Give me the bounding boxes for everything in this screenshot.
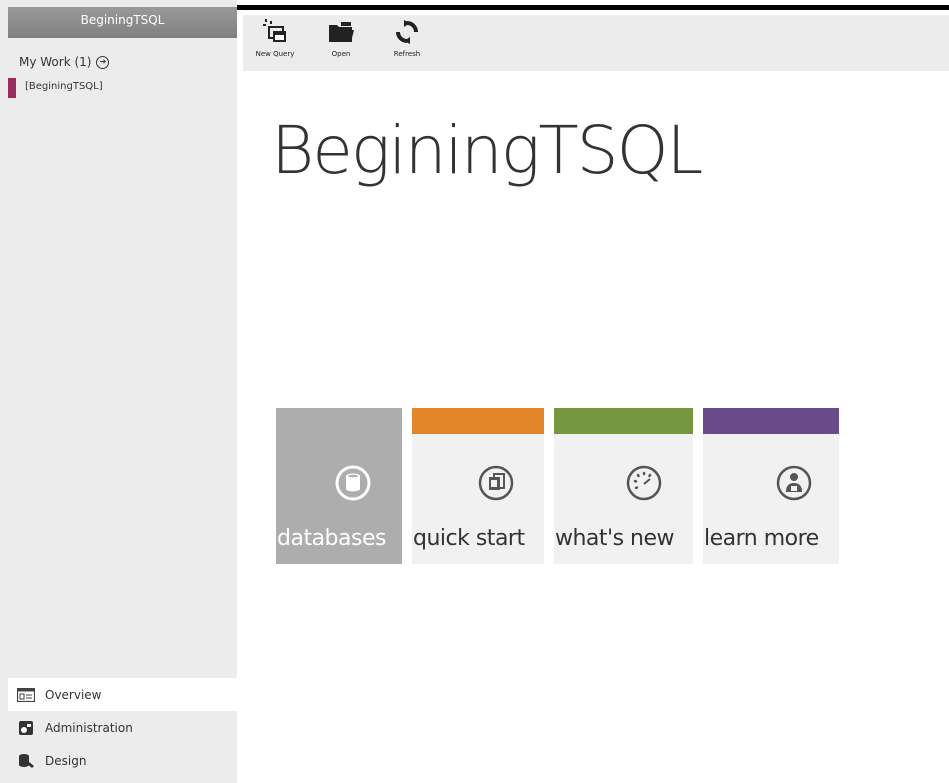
- tile-whats-new-label: what's new: [555, 526, 675, 551]
- tile-accent-bar: [703, 408, 839, 434]
- nav-administration[interactable]: Administration: [8, 711, 237, 744]
- tile-whats-new[interactable]: what's new: [554, 408, 693, 564]
- nav-overview[interactable]: Overview: [8, 678, 237, 711]
- project-item-label: [BeginingTSQL]: [25, 81, 103, 92]
- arrow-right-circle-icon: ➔: [96, 55, 110, 69]
- my-work-label: My Work (1): [19, 55, 92, 69]
- tile-databases[interactable]: databases: [276, 408, 402, 564]
- folder-icon: [326, 15, 356, 49]
- overview-icon: [17, 686, 35, 704]
- refresh-label: Refresh: [393, 50, 421, 58]
- my-work-link[interactable]: My Work (1) ➔: [19, 55, 110, 69]
- tile-quick-start-label: quick start: [413, 526, 525, 551]
- tile-databases-label: databases: [277, 526, 386, 551]
- new-query-button[interactable]: New Query: [250, 15, 300, 58]
- project-title-header: BeginingTSQL: [8, 7, 237, 38]
- whats-new-icon: [626, 465, 662, 501]
- toolbar: New Query Open Refresh: [243, 15, 949, 71]
- selected-marker: [8, 78, 16, 98]
- sidebar: BeginingTSQL My Work (1) ➔ [BeginingTSQL…: [0, 0, 237, 783]
- tile-accent-bar: [554, 408, 693, 434]
- administration-icon: [17, 719, 35, 737]
- page-title: BeginingTSQL: [271, 112, 703, 189]
- database-icon: [335, 465, 371, 501]
- new-query-label: New Query: [255, 50, 295, 58]
- new-query-icon: [260, 15, 290, 49]
- nav-administration-label: Administration: [45, 720, 133, 735]
- open-button[interactable]: Open: [316, 15, 366, 58]
- tile-accent-bar: [412, 408, 544, 434]
- top-border: [237, 0, 949, 10]
- nav-design-label: Design: [45, 753, 87, 768]
- nav-design[interactable]: Design: [8, 744, 237, 777]
- bottom-navigation: Overview Administration Design: [8, 678, 237, 777]
- refresh-button[interactable]: Refresh: [382, 15, 432, 58]
- quick-start-icon: [478, 465, 514, 501]
- learn-more-icon: [776, 465, 812, 501]
- refresh-icon: [392, 15, 422, 49]
- tile-quick-start[interactable]: quick start: [412, 408, 544, 564]
- open-label: Open: [331, 50, 351, 58]
- tile-learn-more-label: learn more: [704, 526, 819, 551]
- design-icon: [17, 752, 35, 770]
- project-list-item[interactable]: [BeginingTSQL]: [8, 78, 237, 98]
- nav-overview-label: Overview: [45, 687, 102, 702]
- tile-learn-more[interactable]: learn more: [703, 408, 839, 564]
